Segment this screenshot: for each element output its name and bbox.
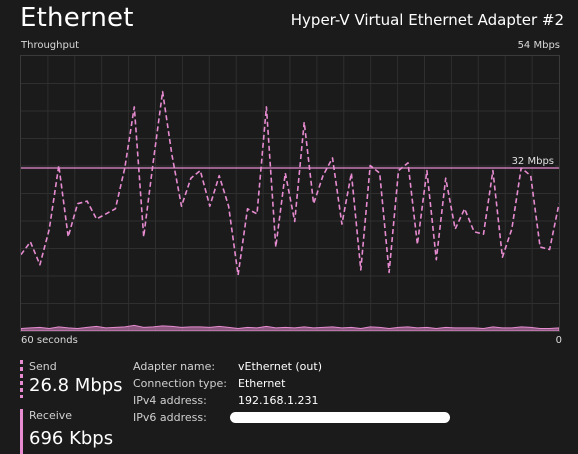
receive-stat[interactable]: Receive 696 Kbps bbox=[20, 409, 130, 454]
send-indicator bbox=[20, 360, 23, 398]
send-stat[interactable]: Send 26.8 Mbps bbox=[20, 360, 130, 398]
detail-row-ipv6: IPv6 address: bbox=[133, 411, 463, 425]
ipv6-redacted-value bbox=[230, 412, 450, 423]
adapter-name-value: vEthernet (out) bbox=[238, 360, 322, 373]
page-title: Ethernet bbox=[20, 3, 134, 33]
reference-line-label: 32 Mbps bbox=[510, 156, 555, 168]
ipv4-key: IPv4 address: bbox=[133, 394, 207, 407]
send-value: 26.8 Mbps bbox=[29, 375, 123, 396]
connection-type-value: Ethernet bbox=[238, 377, 286, 390]
ipv4-value: 192.168.1.231 bbox=[238, 394, 319, 407]
throughput-label: Throughput bbox=[21, 40, 80, 51]
time-zero-label: 0 bbox=[555, 335, 562, 346]
receive-value: 696 Kbps bbox=[29, 428, 114, 449]
send-label: Send bbox=[29, 360, 57, 373]
receive-indicator bbox=[20, 409, 23, 454]
connection-type-key: Connection type: bbox=[133, 377, 228, 390]
receive-label: Receive bbox=[29, 409, 73, 422]
throughput-graph bbox=[21, 56, 559, 331]
throughput-chart: 32 Mbps bbox=[20, 55, 560, 332]
time-span-label: 60 seconds bbox=[21, 335, 78, 346]
adapter-name-key: Adapter name: bbox=[133, 360, 216, 373]
ipv6-key: IPv6 address: bbox=[133, 411, 207, 424]
adapter-model-label: Hyper-V Virtual Ethernet Adapter #2 bbox=[290, 11, 564, 29]
max-scale-label: 54 Mbps bbox=[517, 40, 560, 51]
